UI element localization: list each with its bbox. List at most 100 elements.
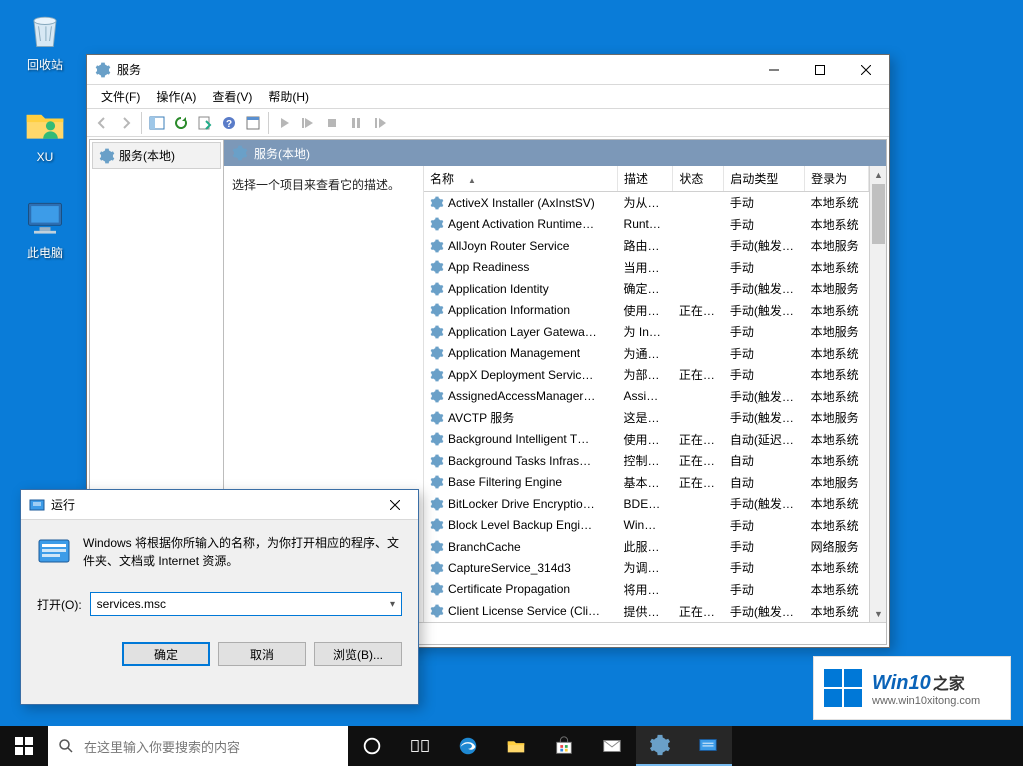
service-name: BitLocker Drive Encryptio… bbox=[448, 497, 595, 511]
table-row[interactable]: Certificate Propagation将用…手动本地系统 bbox=[424, 579, 869, 600]
menu-view[interactable]: 查看(V) bbox=[204, 86, 260, 107]
table-row[interactable]: Application Layer Gatewa…为 In…手动本地服务 bbox=[424, 321, 869, 342]
column-header-startup[interactable]: 启动类型 bbox=[724, 166, 805, 192]
resume-service-button[interactable] bbox=[369, 112, 391, 134]
desktop-icon-this-pc[interactable]: 此电脑 bbox=[8, 194, 82, 261]
service-name: AppX Deployment Servic… bbox=[448, 368, 593, 382]
table-row[interactable]: Application Information使用…正在…手动(触发…本地系统 bbox=[424, 299, 869, 320]
nav-forward-button[interactable] bbox=[115, 112, 137, 134]
stop-service-button[interactable] bbox=[321, 112, 343, 134]
close-button[interactable] bbox=[372, 490, 418, 520]
column-header-logon[interactable]: 登录为 bbox=[805, 166, 869, 192]
browse-button[interactable]: 浏览(B)... bbox=[314, 642, 402, 666]
column-header-name[interactable]: 名称▲ bbox=[424, 166, 618, 192]
taskbar-mail[interactable] bbox=[588, 726, 636, 766]
service-name: Application Information bbox=[448, 303, 570, 317]
window-title: 运行 bbox=[51, 496, 75, 513]
taskbar-services[interactable] bbox=[636, 726, 684, 766]
table-row[interactable]: BranchCache此服…手动网络服务 bbox=[424, 536, 869, 557]
export-button[interactable] bbox=[194, 112, 216, 134]
ok-button[interactable]: 确定 bbox=[122, 642, 210, 666]
desktop-icon-user-folder[interactable]: XU bbox=[8, 100, 82, 164]
cancel-button[interactable]: 取消 bbox=[218, 642, 306, 666]
column-header-status[interactable]: 状态 bbox=[673, 166, 724, 192]
taskbar-run[interactable] bbox=[684, 726, 732, 766]
nav-back-button[interactable] bbox=[91, 112, 113, 134]
open-combobox[interactable]: services.msc ▾ bbox=[90, 592, 402, 616]
table-row[interactable]: Base Filtering Engine基本…正在…自动本地服务 bbox=[424, 471, 869, 492]
table-row[interactable]: Background Tasks Infras…控制…正在…自动本地系统 bbox=[424, 450, 869, 471]
table-row[interactable]: ActiveX Installer (AxInstSV)为从…手动本地系统 bbox=[424, 192, 869, 214]
service-description: 确定… bbox=[618, 278, 673, 299]
close-button[interactable] bbox=[843, 55, 889, 85]
taskbar-edge[interactable] bbox=[444, 726, 492, 766]
service-name: Client License Service (Cli… bbox=[448, 604, 600, 618]
service-logon-as: 本地系统 bbox=[805, 514, 869, 535]
taskbar-search[interactable]: 在这里输入你要搜索的内容 bbox=[48, 726, 348, 766]
service-status bbox=[673, 536, 724, 557]
vertical-scrollbar[interactable]: ▲ ▼ bbox=[869, 166, 886, 622]
detail-header: 服务(本地) bbox=[224, 140, 886, 166]
service-name: Background Intelligent T… bbox=[448, 432, 589, 446]
service-logon-as: 本地系统 bbox=[805, 385, 869, 406]
taskbar-store[interactable] bbox=[540, 726, 588, 766]
properties-button[interactable] bbox=[242, 112, 264, 134]
service-startup-type: 手动 bbox=[724, 321, 805, 342]
table-row[interactable]: BitLocker Drive Encryptio…BDE…手动(触发…本地系统 bbox=[424, 493, 869, 514]
scrollbar-thumb[interactable] bbox=[872, 184, 885, 244]
table-row[interactable]: Client License Service (Cli…提供…正在…手动(触发…… bbox=[424, 600, 869, 622]
service-name: Application Layer Gatewa… bbox=[448, 325, 597, 339]
cortana-button[interactable] bbox=[348, 726, 396, 766]
pause-service-button[interactable] bbox=[345, 112, 367, 134]
taskbar-explorer[interactable] bbox=[492, 726, 540, 766]
refresh-button[interactable] bbox=[170, 112, 192, 134]
table-row[interactable]: Application Management为通…手动本地系统 bbox=[424, 342, 869, 363]
menu-help[interactable]: 帮助(H) bbox=[260, 86, 317, 107]
menu-file[interactable]: 文件(F) bbox=[93, 86, 148, 107]
title-bar[interactable]: 运行 bbox=[21, 490, 418, 520]
table-row[interactable]: AllJoyn Router Service路由…手动(触发…本地服务 bbox=[424, 235, 869, 256]
chevron-down-icon[interactable]: ▾ bbox=[390, 599, 395, 610]
service-logon-as: 本地系统 bbox=[805, 579, 869, 600]
scroll-up-icon[interactable]: ▲ bbox=[870, 166, 886, 183]
service-status bbox=[673, 557, 724, 578]
menu-action[interactable]: 操作(A) bbox=[148, 86, 204, 107]
task-view-button[interactable] bbox=[396, 726, 444, 766]
service-description: 当用… bbox=[618, 256, 673, 277]
title-bar[interactable]: 服务 bbox=[87, 55, 889, 85]
service-status bbox=[673, 385, 724, 406]
show-hide-tree-button[interactable] bbox=[146, 112, 168, 134]
table-row[interactable]: Application Identity确定…手动(触发…本地服务 bbox=[424, 278, 869, 299]
service-status bbox=[673, 342, 724, 363]
gear-icon bbox=[430, 540, 444, 554]
service-startup-type: 自动(延迟… bbox=[724, 428, 805, 449]
column-header-description[interactable]: 描述 bbox=[618, 166, 673, 192]
service-logon-as: 本地系统 bbox=[805, 557, 869, 578]
minimize-button[interactable] bbox=[751, 55, 797, 85]
start-service-button[interactable] bbox=[273, 112, 295, 134]
help-button[interactable]: ? bbox=[218, 112, 240, 134]
maximize-button[interactable] bbox=[797, 55, 843, 85]
gear-icon bbox=[430, 389, 444, 403]
service-description: Assi… bbox=[618, 385, 673, 406]
table-row[interactable]: Background Intelligent T…使用…正在…自动(延迟…本地系… bbox=[424, 428, 869, 449]
table-row[interactable]: AssignedAccessManager…Assi…手动(触发…本地系统 bbox=[424, 385, 869, 406]
services-list: 名称▲ 描述 状态 启动类型 登录为 ActiveX Installer (Ax… bbox=[424, 166, 886, 622]
run-icon bbox=[29, 497, 45, 513]
tree-item-services-local[interactable]: 服务(本地) bbox=[92, 142, 221, 169]
open-input-value[interactable]: services.msc bbox=[97, 597, 166, 611]
desktop-icon-recycle-bin[interactable]: 回收站 bbox=[8, 6, 82, 73]
restart-service-button[interactable] bbox=[297, 112, 319, 134]
table-row[interactable]: Agent Activation Runtime…Runt…手动本地系统 bbox=[424, 214, 869, 235]
service-name: Base Filtering Engine bbox=[448, 475, 562, 489]
service-name: AVCTP 服务 bbox=[448, 409, 514, 426]
table-row[interactable]: App Readiness当用…手动本地系统 bbox=[424, 256, 869, 277]
service-status: 正在… bbox=[673, 428, 724, 449]
table-row[interactable]: Block Level Backup Engi…Win…手动本地系统 bbox=[424, 514, 869, 535]
table-row[interactable]: AppX Deployment Servic…为部…正在…手动本地系统 bbox=[424, 364, 869, 385]
table-row[interactable]: CaptureService_314d3为调…手动本地系统 bbox=[424, 557, 869, 578]
scroll-down-icon[interactable]: ▼ bbox=[870, 605, 886, 622]
table-row[interactable]: AVCTP 服务这是…手动(触发…本地服务 bbox=[424, 407, 869, 428]
start-button[interactable] bbox=[0, 726, 48, 766]
service-description: 此服… bbox=[618, 536, 673, 557]
